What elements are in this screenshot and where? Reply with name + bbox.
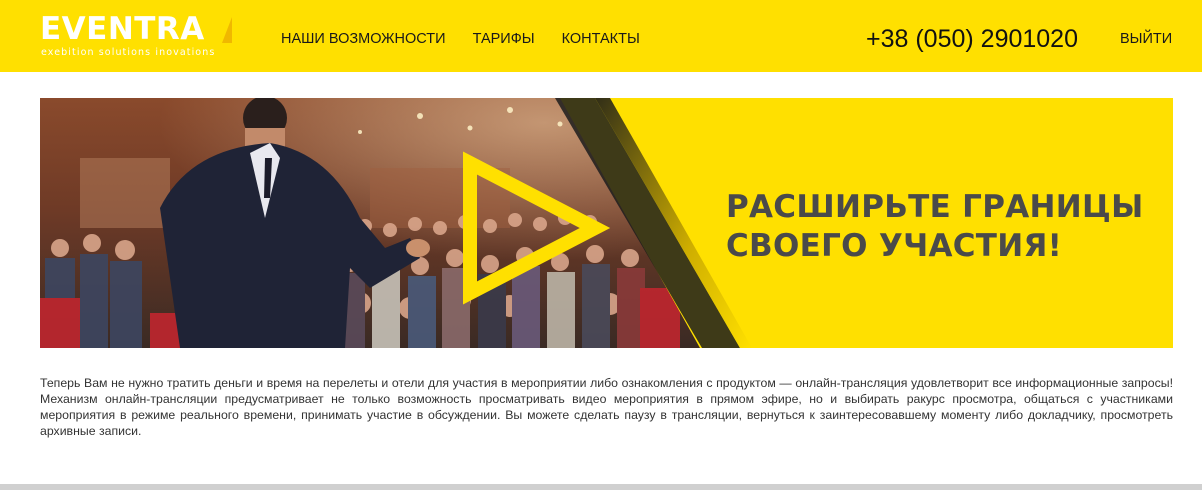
- logout-link[interactable]: ВЫЙТИ: [1120, 31, 1172, 48]
- hero-banner: РАСШИРЬТЕ ГРАНИЦЫ СВОЕГО УЧАСТИЯ!: [40, 98, 1173, 348]
- nav-item-features[interactable]: НАШИ ВОЗМОЖНОСТИ: [281, 31, 446, 48]
- site-header: EVENTRA exebition solutions inovations Н…: [0, 0, 1202, 72]
- logo-tagline: exebition solutions inovations: [41, 47, 216, 58]
- banner-title-line-1: РАСШИРЬТЕ ГРАНИЦЫ: [726, 189, 1144, 225]
- banner-title: РАСШИРЬТЕ ГРАНИЦЫ СВОЕГО УЧАСТИЯ!: [726, 188, 1144, 266]
- logo-wordmark: EVENTRA: [40, 11, 205, 47]
- description-text: Теперь Вам не нужно тратить деньги и вре…: [40, 376, 1173, 438]
- nav-item-pricing[interactable]: ТАРИФЫ: [473, 31, 535, 48]
- logo[interactable]: EVENTRA exebition solutions inovations: [40, 12, 240, 62]
- phone-number[interactable]: +38 (050) 2901020: [866, 24, 1078, 54]
- banner-title-line-2: СВОЕГО УЧАСТИЯ!: [726, 228, 1063, 264]
- main-nav: НАШИ ВОЗМОЖНОСТИ ТАРИФЫ КОНТАКТЫ: [281, 31, 640, 48]
- logo-accent-wedge: [222, 17, 232, 43]
- bottom-divider: [0, 484, 1202, 490]
- nav-item-contacts[interactable]: КОНТАКТЫ: [562, 31, 640, 48]
